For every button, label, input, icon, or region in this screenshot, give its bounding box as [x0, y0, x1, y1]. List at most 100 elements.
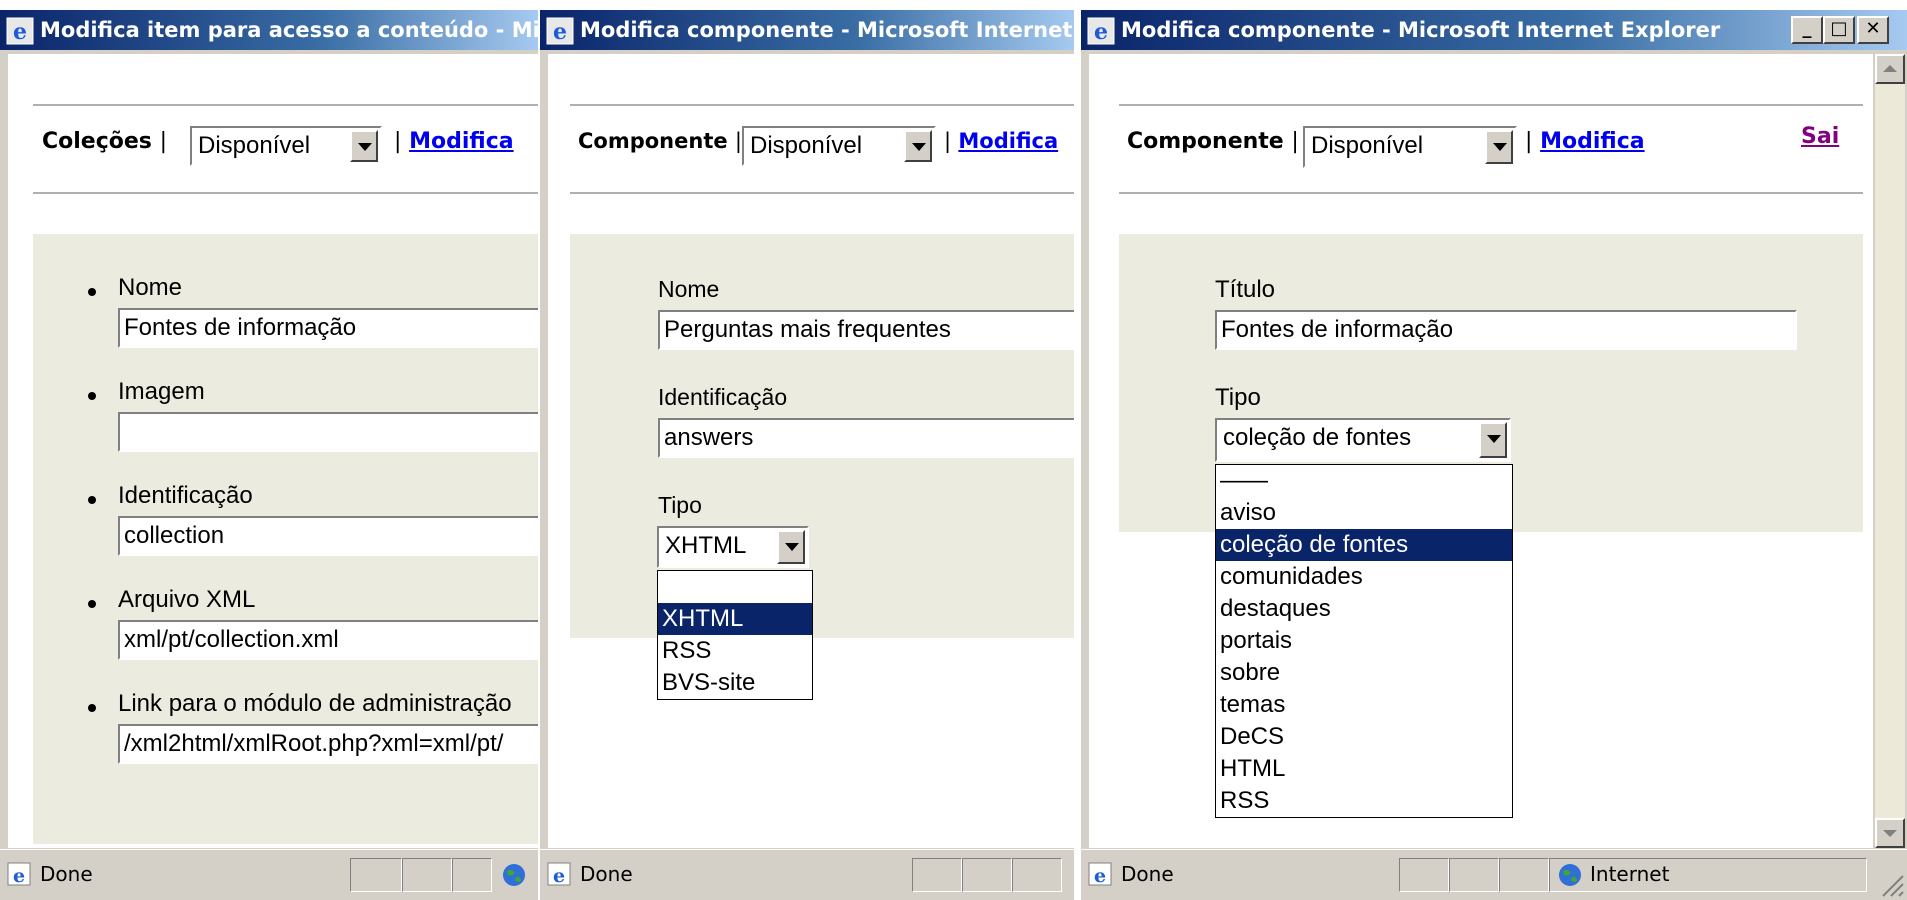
- option-portais[interactable]: portais: [1216, 625, 1512, 657]
- tipo-options-list[interactable]: —— aviso coleção de fontes comunidades d…: [1215, 464, 1513, 818]
- status-pane: [1012, 858, 1062, 892]
- status-select[interactable]: Disponível: [742, 126, 936, 166]
- title-bar[interactable]: e Modifica item para acesso a conteúdo -…: [0, 10, 538, 50]
- option-blank[interactable]: [658, 571, 812, 603]
- option-aviso[interactable]: aviso: [1216, 497, 1512, 529]
- chevron-down-icon: [1883, 830, 1897, 837]
- chevron-down-icon[interactable]: [1485, 130, 1513, 164]
- field-label: Arquivo XML: [118, 586, 256, 613]
- status-select-value: Disponível: [198, 132, 311, 159]
- divider: [33, 104, 538, 106]
- tipo-select[interactable]: XHTML: [657, 526, 809, 568]
- tipo-options-list[interactable]: XHTML RSS BVS-site: [657, 570, 813, 700]
- separator: |: [394, 129, 402, 154]
- toolbar: Componente |: [578, 129, 742, 153]
- bullet: [88, 496, 96, 504]
- page-icon: e: [7, 862, 31, 887]
- internet-explorer-icon: e: [6, 17, 34, 45]
- status-select-value: Disponível: [750, 132, 863, 159]
- svg-text:e: e: [553, 19, 567, 45]
- svg-text:e: e: [1094, 865, 1106, 887]
- toolbar: Componente |: [1127, 129, 1299, 154]
- status-bar: e Done: [540, 849, 1074, 900]
- chevron-down-icon[interactable]: [350, 130, 378, 162]
- sair-link[interactable]: Sai: [1801, 124, 1839, 149]
- separator: |: [734, 129, 742, 153]
- toolbar: Coleções |: [42, 129, 167, 154]
- window-component-xhtml: e Modifica componente - Microsoft Intern…: [540, 10, 1074, 900]
- status-bar: e Done: [0, 849, 538, 900]
- title-bar[interactable]: e Modifica componente - Microsoft Intern…: [540, 10, 1074, 50]
- divider: [570, 104, 1074, 106]
- status-pane: [912, 858, 962, 892]
- zone-pane: Internet: [1549, 858, 1867, 892]
- page-content: Coleções | Disponível | Modifica Nome Fo…: [8, 54, 538, 848]
- scroll-down-button[interactable]: [1875, 818, 1905, 848]
- field-label: Identificação: [658, 384, 788, 410]
- option-xhtml[interactable]: XHTML: [658, 603, 812, 635]
- option-colecao-de-fontes[interactable]: coleção de fontes: [1216, 529, 1512, 561]
- identificacao-input[interactable]: answers: [658, 418, 1074, 458]
- status-text: Done: [1121, 862, 1174, 886]
- maximize-button[interactable]: □: [1823, 16, 1855, 44]
- option-rss[interactable]: RSS: [1216, 785, 1512, 817]
- modifica-link[interactable]: Modifica: [958, 129, 1058, 153]
- internet-explorer-icon: e: [1087, 17, 1115, 45]
- chevron-up-icon: [1883, 65, 1897, 72]
- field-label: Título: [1215, 276, 1276, 303]
- modifica-link[interactable]: Modifica: [1540, 129, 1645, 154]
- status-pane: [350, 858, 402, 892]
- separator: |: [944, 129, 952, 153]
- admin-link-input[interactable]: /xml2html/xmlRoot.php?xml=xml/pt/: [118, 724, 538, 764]
- divider: [33, 192, 538, 194]
- internet-explorer-icon: e: [546, 17, 574, 45]
- field-label: Nome: [118, 274, 183, 301]
- option-decs[interactable]: DeCS: [1216, 721, 1512, 753]
- status-pane: [1399, 858, 1449, 892]
- status-select[interactable]: Disponível: [190, 126, 382, 166]
- option-html[interactable]: HTML: [1216, 753, 1512, 785]
- section-label: Componente: [578, 129, 728, 153]
- vertical-scrollbar[interactable]: [1875, 54, 1905, 848]
- titulo-input[interactable]: Fontes de informação: [1215, 310, 1797, 350]
- status-select[interactable]: Disponível: [1303, 126, 1517, 168]
- section-label: Componente: [1127, 129, 1284, 154]
- option-comunidades[interactable]: comunidades: [1216, 561, 1512, 593]
- separator: |: [159, 129, 167, 154]
- tipo-select-value: XHTML: [665, 532, 747, 559]
- field-label: Link para o módulo de administração: [118, 690, 512, 717]
- option-destaques[interactable]: destaques: [1216, 593, 1512, 625]
- option-temas[interactable]: temas: [1216, 689, 1512, 721]
- tipo-label: Tipo: [658, 492, 702, 518]
- resize-grip-icon[interactable]: [1875, 868, 1905, 898]
- scroll-up-button[interactable]: [1875, 54, 1905, 84]
- nome-input[interactable]: Fontes de informação: [118, 308, 538, 348]
- option-separator[interactable]: ——: [1216, 465, 1512, 497]
- tipo-select-value: coleção de fontes: [1223, 424, 1412, 451]
- close-button[interactable]: ✕: [1857, 16, 1889, 44]
- window-title: Modifica item para acesso a conteúdo - M…: [40, 18, 538, 42]
- svg-text:e: e: [553, 865, 565, 887]
- minimize-button[interactable]: _: [1791, 16, 1823, 44]
- modifica-link[interactable]: Modifica: [409, 129, 514, 154]
- chevron-down-icon[interactable]: [1479, 422, 1507, 458]
- tipo-select[interactable]: coleção de fontes: [1215, 418, 1511, 462]
- bullet: [88, 600, 96, 608]
- title-bar[interactable]: e Modifica componente - Microsoft Intern…: [1081, 10, 1907, 50]
- option-rss[interactable]: RSS: [658, 635, 812, 667]
- toolbar-right: | Modifica: [1525, 129, 1645, 154]
- bullet: [88, 392, 96, 400]
- chevron-down-icon[interactable]: [904, 130, 932, 162]
- identificacao-input[interactable]: collection: [118, 516, 538, 556]
- arquivo-xml-input[interactable]: xml/pt/collection.xml: [118, 620, 538, 660]
- globe-icon: [1559, 864, 1581, 886]
- nome-input[interactable]: Perguntas mais frequentes: [658, 310, 1074, 350]
- chevron-down-icon[interactable]: [777, 530, 805, 564]
- option-sobre[interactable]: sobre: [1216, 657, 1512, 689]
- bullet: [88, 704, 96, 712]
- svg-text:e: e: [1094, 19, 1108, 45]
- option-bvs-site[interactable]: BVS-site: [658, 667, 812, 699]
- imagem-input[interactable]: [118, 412, 538, 452]
- page-content: Componente | Disponível | Modifica Sai T…: [1089, 54, 1873, 848]
- form-panel: Nome Perguntas mais frequentes Identific…: [570, 234, 1074, 638]
